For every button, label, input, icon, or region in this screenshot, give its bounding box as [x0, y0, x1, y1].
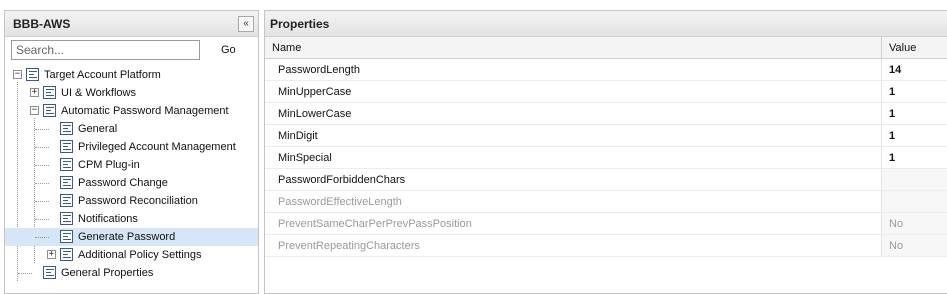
property-list-icon — [43, 266, 56, 279]
property-value-cell[interactable] — [881, 169, 947, 190]
property-list-icon — [43, 86, 56, 99]
property-row[interactable]: PasswordLength 14 — [265, 59, 947, 81]
tree-item-label: General Properties — [61, 267, 154, 279]
collapse-icon[interactable]: − — [13, 70, 22, 79]
property-value: 14 — [889, 64, 902, 76]
property-list-icon — [60, 122, 73, 135]
property-value: 1 — [889, 86, 896, 98]
tree-item-label: Additional Policy Settings — [78, 249, 202, 261]
property-name: MinDigit — [278, 130, 318, 142]
property-name: PasswordForbiddenChars — [278, 174, 406, 186]
property-row[interactable]: PreventSameCharPerPrevPassPosition No — [265, 213, 947, 235]
properties-header: Properties — [265, 11, 947, 37]
tree-item[interactable]: Notifications — [5, 210, 258, 228]
tree-connector-line — [35, 147, 49, 148]
property-list-icon — [26, 68, 39, 81]
property-value: No — [889, 218, 904, 230]
tree-item-label: Password Reconciliation — [78, 195, 198, 207]
tree-panel-header: BBB-AWS « — [5, 11, 258, 37]
column-header-value[interactable]: Value — [889, 42, 916, 54]
property-name: PreventRepeatingCharacters — [278, 240, 420, 252]
tree-item[interactable]: + UI & Workflows — [5, 84, 258, 102]
property-list-icon — [60, 248, 73, 261]
properties-title: Properties — [270, 17, 330, 31]
property-value-cell — [881, 191, 947, 212]
property-list-icon — [60, 140, 73, 153]
tree-item-label: UI & Workflows — [61, 87, 136, 99]
property-value-cell[interactable]: 14 — [881, 59, 947, 80]
collapse-icon[interactable]: − — [30, 106, 39, 115]
tree-item-label: Privileged Account Management — [78, 141, 236, 153]
property-value: 1 — [889, 108, 896, 120]
property-row[interactable]: PasswordEffectiveLength — [265, 191, 947, 213]
property-name: PasswordEffectiveLength — [278, 196, 402, 208]
tree-connector-line — [18, 273, 32, 274]
tree-item[interactable]: General Properties — [5, 264, 258, 282]
property-name: MinUpperCase — [278, 86, 352, 98]
tree-connector-line — [35, 165, 49, 166]
expand-icon[interactable]: + — [30, 88, 39, 97]
property-list-icon — [60, 158, 73, 171]
tree-item[interactable]: Password Reconciliation — [5, 192, 258, 210]
property-value-cell[interactable]: 1 — [881, 147, 947, 168]
grid-header: Name Value — [265, 37, 947, 59]
tree-item-label: Notifications — [78, 213, 138, 225]
tree-item[interactable]: Password Change — [5, 174, 258, 192]
tree-item[interactable]: − Target Account Platform — [5, 66, 258, 84]
tree-connector-line — [35, 219, 49, 220]
property-list-icon — [43, 104, 56, 117]
tree-item[interactable]: Generate Password — [5, 228, 258, 246]
collapse-panel-button[interactable]: « — [238, 16, 254, 32]
properties-panel: Properties Name Value PasswordLength 14 Mi… — [264, 10, 947, 294]
property-value-cell: No — [881, 213, 947, 234]
safe-title: BBB-AWS — [13, 17, 71, 31]
property-value: 1 — [889, 152, 896, 164]
property-list-icon — [60, 230, 73, 243]
tree-item-label: Automatic Password Management — [61, 105, 229, 117]
tree-item[interactable]: CPM Plug-in — [5, 156, 258, 174]
search-input[interactable] — [11, 40, 200, 60]
property-row[interactable]: PasswordForbiddenChars — [265, 169, 947, 191]
property-value-cell[interactable]: 1 — [881, 81, 947, 102]
go-button[interactable]: Go — [217, 42, 240, 58]
property-list-icon — [60, 212, 73, 225]
property-row[interactable]: MinLowerCase 1 — [265, 103, 947, 125]
tree-panel: BBB-AWS « Go − Target Account Platform + UI… — [4, 10, 259, 294]
tree-item-label: Target Account Platform — [44, 69, 161, 81]
tree-connector-line — [35, 201, 49, 202]
column-header-name[interactable]: Name — [272, 42, 301, 54]
tree-item-label: Password Change — [78, 177, 168, 189]
property-row[interactable]: MinSpecial 1 — [265, 147, 947, 169]
search-row: Go — [5, 37, 258, 63]
property-row[interactable]: MinUpperCase 1 — [265, 81, 947, 103]
tree-item[interactable]: + Additional Policy Settings — [5, 246, 258, 264]
property-name: PasswordLength — [278, 64, 360, 76]
property-row[interactable]: MinDigit 1 — [265, 125, 947, 147]
property-name: MinSpecial — [278, 152, 332, 164]
property-name: PreventSameCharPerPrevPassPosition — [278, 218, 472, 230]
tree-item[interactable]: − Automatic Password Management — [5, 102, 258, 120]
tree-item[interactable]: General — [5, 120, 258, 138]
tree-item-label: CPM Plug-in — [78, 159, 140, 171]
property-value: No — [889, 240, 904, 252]
property-value-cell[interactable]: 1 — [881, 125, 947, 146]
tree-item-label: General — [78, 123, 118, 135]
tree-connector-line — [35, 129, 49, 130]
property-value: 1 — [889, 130, 896, 142]
tree-connector-line — [35, 237, 49, 238]
property-row[interactable]: PreventRepeatingCharacters No — [265, 235, 947, 257]
property-value-cell[interactable]: 1 — [881, 103, 947, 124]
tree-item[interactable]: Privileged Account Management — [5, 138, 258, 156]
column-divider — [881, 37, 882, 59]
property-list-icon — [60, 194, 73, 207]
property-list-icon — [60, 176, 73, 189]
property-name: MinLowerCase — [278, 108, 352, 120]
tree-item-label: Generate Password — [78, 231, 176, 243]
expand-icon[interactable]: + — [47, 250, 56, 259]
tree-connector-line — [35, 183, 49, 184]
property-value-cell: No — [881, 235, 947, 256]
